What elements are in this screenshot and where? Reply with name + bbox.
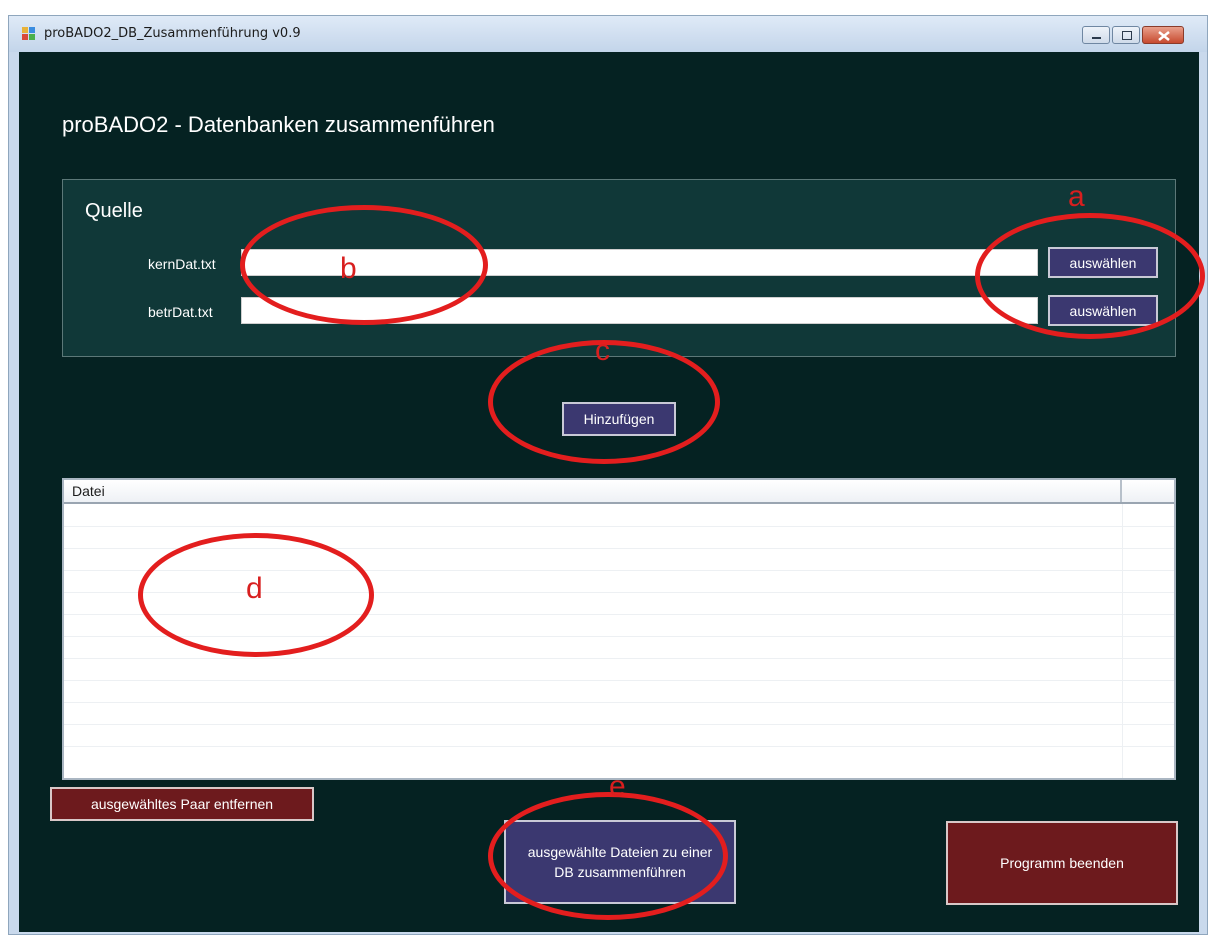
annotation-label-c: c (595, 334, 610, 367)
annotation-label-b: b (340, 252, 357, 285)
betrdat-input[interactable] (241, 297, 1038, 324)
column-header-blank[interactable] (1122, 480, 1174, 502)
row-divider (64, 636, 1174, 637)
row-divider (64, 548, 1174, 549)
row-divider (64, 570, 1174, 571)
row-divider (64, 702, 1174, 703)
source-group: Quelle kernDat.txt auswählen betrDat.txt… (62, 179, 1176, 357)
window-title: proBADO2_DB_Zusammenführung v0.9 (44, 26, 301, 41)
list-rows (64, 504, 1174, 778)
row-divider (64, 614, 1174, 615)
close-button[interactable] (1142, 26, 1184, 44)
add-button[interactable]: Hinzufügen (562, 402, 676, 436)
row-divider (64, 680, 1174, 681)
kerndat-select-button[interactable]: auswählen (1048, 247, 1158, 278)
row-divider (64, 746, 1174, 747)
remove-pair-button[interactable]: ausgewähltes Paar entfernen (50, 787, 314, 821)
minimize-icon (1092, 37, 1101, 39)
betrdat-label: betrDat.txt (148, 304, 213, 320)
page-title: proBADO2 - Datenbanken zusammenführen (62, 112, 495, 137)
annotation-label-a: a (1068, 180, 1085, 213)
column-header-datei[interactable]: Datei (64, 480, 1122, 502)
row-divider (64, 526, 1174, 527)
close-icon (1158, 31, 1170, 41)
list-header: Datei (64, 480, 1174, 504)
annotation-label-d: d (246, 572, 263, 605)
kerndat-label: kernDat.txt (148, 256, 216, 272)
kerndat-input[interactable] (241, 249, 1038, 276)
row-divider (64, 592, 1174, 593)
app-icon (22, 27, 36, 41)
file-list[interactable]: Datei (62, 478, 1176, 780)
row-divider (64, 724, 1174, 725)
app-window: proBADO2_DB_Zusammenführung v0.9 proBADO… (8, 15, 1208, 935)
row-divider (64, 658, 1174, 659)
minimize-button[interactable] (1082, 26, 1110, 44)
column-divider (1122, 504, 1123, 778)
restore-icon (1122, 31, 1132, 40)
title-bar[interactable]: proBADO2_DB_Zusammenführung v0.9 (9, 16, 1207, 52)
maximize-button[interactable] (1112, 26, 1140, 44)
betrdat-select-button[interactable]: auswählen (1048, 295, 1158, 326)
merge-button[interactable]: ausgewählte Dateien zu einer DB zusammen… (504, 820, 736, 904)
exit-button[interactable]: Programm beenden (946, 821, 1178, 905)
annotation-label-e: e (609, 770, 626, 803)
source-group-title: Quelle (85, 200, 143, 222)
